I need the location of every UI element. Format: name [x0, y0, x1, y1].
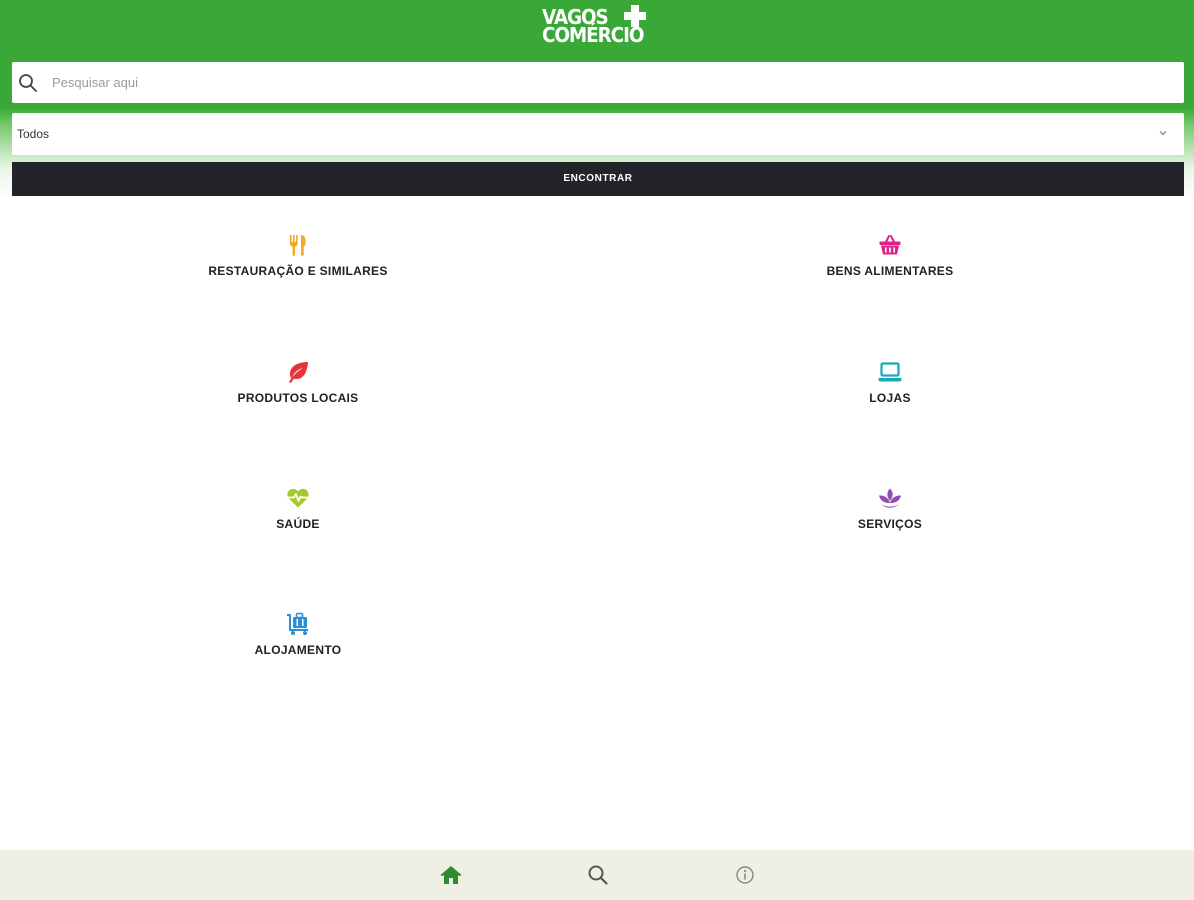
search-icon	[19, 74, 37, 92]
nav-info-button[interactable]	[733, 863, 757, 887]
chevron-down-icon	[1159, 131, 1167, 136]
logo-line-2: COMÉRCIO	[542, 23, 644, 47]
category-label: LOJAS	[869, 391, 911, 405]
heartbeat-icon	[287, 488, 309, 508]
category-label: BENS ALIMENTARES	[826, 264, 954, 278]
category-saude[interactable]: SAÚDE	[98, 486, 498, 546]
category-restauracao[interactable]: RESTAURAÇÃO E SIMILARES	[98, 233, 498, 293]
basket-icon	[879, 235, 901, 255]
laptop-icon	[878, 362, 902, 382]
category-select[interactable]: Todos	[12, 113, 1184, 155]
category-select-value: Todos	[17, 127, 50, 141]
category-label: ALOJAMENTO	[254, 643, 342, 657]
category-label: SERVIÇOS	[857, 517, 923, 531]
bottom-nav	[0, 850, 1194, 900]
nav-home-button[interactable]	[439, 863, 463, 887]
category-bens-alimentares[interactable]: BENS ALIMENTARES	[690, 233, 1090, 293]
app-logo[interactable]: VAGOS COMÉRCIO	[542, 5, 662, 47]
search-field	[12, 62, 1184, 103]
category-alojamento[interactable]: ALOJAMENTO	[98, 612, 498, 672]
category-produtos-locais[interactable]: PRODUTOS LOCAIS	[98, 360, 498, 420]
cutlery-icon	[290, 235, 306, 256]
luggage-cart-icon	[287, 612, 308, 635]
home-icon	[440, 866, 462, 884]
header-bar: VAGOS COMÉRCIO	[0, 0, 1194, 50]
find-button[interactable]: ENCONTRAR	[12, 162, 1184, 196]
category-servicos[interactable]: SERVIÇOS	[690, 486, 1090, 546]
category-lojas[interactable]: LOJAS	[690, 360, 1090, 420]
nav-search-button[interactable]	[586, 863, 610, 887]
category-label: PRODUTOS LOCAIS	[237, 391, 359, 405]
category-label: RESTAURAÇÃO E SIMILARES	[208, 264, 388, 278]
lotus-icon	[879, 488, 901, 508]
leaf-icon	[289, 362, 308, 383]
info-icon	[736, 866, 754, 884]
search-input[interactable]	[52, 62, 1172, 103]
search-icon	[588, 865, 608, 885]
category-label: SAÚDE	[276, 517, 320, 531]
